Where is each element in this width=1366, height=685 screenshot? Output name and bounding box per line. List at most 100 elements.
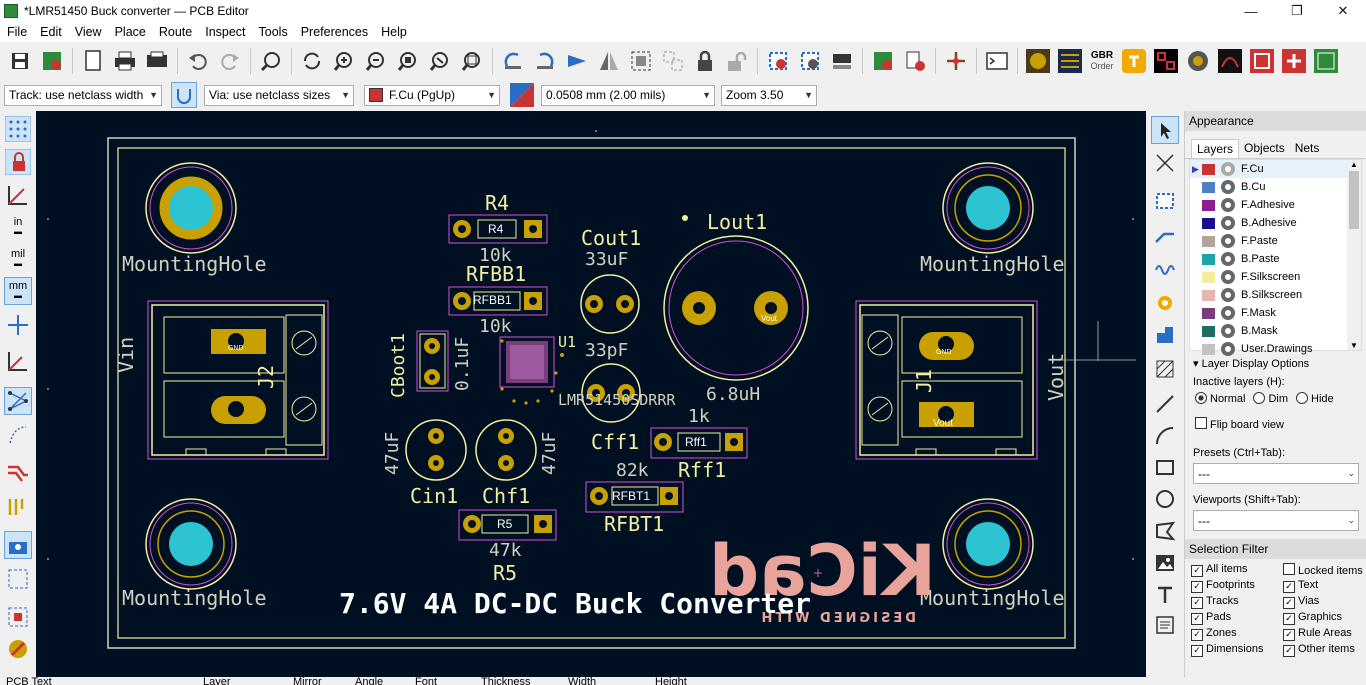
layer-row[interactable]: F.Silkscreen: [1190, 268, 1361, 286]
group-icon[interactable]: [628, 48, 654, 74]
plugin-6-icon[interactable]: [1217, 48, 1243, 74]
auto-track-width-icon[interactable]: [171, 82, 197, 108]
visibility-eye-icon[interactable]: [1221, 288, 1235, 302]
redo-icon[interactable]: [217, 48, 243, 74]
layer-color-swatch[interactable]: [1202, 163, 1215, 175]
filter-checkbox[interactable]: ✓ Vias: [1283, 595, 1366, 609]
filter-checkbox[interactable]: ✓ Footprints: [1191, 579, 1283, 593]
layer-color-swatch[interactable]: [1202, 253, 1215, 265]
units-mm-button[interactable]: mm ▬: [4, 277, 32, 305]
menu-file[interactable]: File: [0, 25, 33, 39]
plugin-8-icon[interactable]: [1281, 48, 1307, 74]
zone-outline-icon[interactable]: [4, 565, 32, 593]
viewports-select[interactable]: --- ⌄: [1193, 510, 1359, 531]
route-diff-pair-icon[interactable]: [1151, 255, 1179, 283]
visibility-eye-icon[interactable]: [1221, 252, 1235, 266]
visibility-eye-icon[interactable]: [1221, 198, 1235, 212]
add-image-icon[interactable]: [1151, 549, 1179, 577]
zoom-out-icon[interactable]: [363, 48, 389, 74]
lock-icon[interactable]: [692, 48, 718, 74]
pcb-canvas[interactable]: MountingHole MountingHole MountingHole M…: [36, 111, 1146, 677]
layer-row[interactable]: ▶ F.Cu: [1190, 160, 1361, 178]
polar-coords-icon[interactable]: [4, 181, 32, 209]
layer-color-swatch[interactable]: [1202, 235, 1215, 247]
menu-view[interactable]: View: [68, 25, 108, 39]
layer-row[interactable]: F.Paste: [1190, 232, 1361, 250]
layer-row[interactable]: F.Adhesive: [1190, 196, 1361, 214]
pad-numbers-icon[interactable]: [4, 603, 32, 631]
layer-color-swatch[interactable]: [1202, 325, 1215, 337]
visibility-eye-icon[interactable]: [1221, 342, 1235, 356]
local-ratsnest-icon[interactable]: [1151, 149, 1179, 177]
filter-checkbox[interactable]: Locked items: [1283, 563, 1366, 577]
visibility-eye-icon[interactable]: [1221, 162, 1235, 176]
filter-checkbox[interactable]: ✓ All items: [1191, 563, 1283, 577]
radio-hide[interactable]: Hide: [1296, 392, 1334, 405]
zoom-in-icon[interactable]: [331, 48, 357, 74]
layer-color-swatch[interactable]: [1202, 307, 1215, 319]
filter-checkbox[interactable]: ✓ Tracks: [1191, 595, 1283, 609]
print-icon[interactable]: [112, 48, 138, 74]
layer-row[interactable]: F.Mask: [1190, 304, 1361, 322]
menu-edit[interactable]: Edit: [33, 25, 68, 39]
add-rule-area-icon[interactable]: [1151, 355, 1179, 383]
tab-layers[interactable]: Layers: [1191, 139, 1240, 158]
menu-inspect[interactable]: Inspect: [198, 25, 251, 39]
plugin-9-icon[interactable]: [1313, 48, 1339, 74]
layer-row[interactable]: B.Paste: [1190, 250, 1361, 268]
zoom-fit-icon[interactable]: [395, 48, 421, 74]
appearance-panel-icon[interactable]: [4, 635, 32, 663]
curved-ratsnest-icon[interactable]: [4, 421, 32, 449]
scrollbar-thumb[interactable]: [1349, 171, 1359, 229]
tab-objects[interactable]: Objects: [1239, 139, 1290, 158]
select-tool-icon[interactable]: [1151, 116, 1179, 144]
show-tracks-icon[interactable]: [4, 457, 32, 485]
zoom-select[interactable]: Zoom 3.50 ▼: [721, 84, 817, 106]
page-settings-icon[interactable]: [80, 48, 106, 74]
radio-normal[interactable]: Normal: [1195, 392, 1245, 405]
footprint-browser-icon[interactable]: [797, 48, 823, 74]
footprint-editor-icon[interactable]: [765, 48, 791, 74]
ungroup-icon[interactable]: [660, 48, 686, 74]
draw-arc-icon[interactable]: [1151, 422, 1179, 450]
drc-icon[interactable]: [870, 48, 896, 74]
units-inches-button[interactable]: in ▬: [4, 213, 32, 241]
grid-toggle-icon[interactable]: [4, 115, 32, 143]
draw-circle-icon[interactable]: [1151, 485, 1179, 513]
filter-checkbox[interactable]: ✓ Other items: [1283, 643, 1366, 657]
draw-rectangle-icon[interactable]: [1151, 453, 1179, 481]
route-track-icon[interactable]: [1151, 221, 1179, 249]
add-textbox-icon[interactable]: [1151, 611, 1179, 639]
menu-help[interactable]: Help: [374, 25, 413, 39]
layer-color-swatch[interactable]: [1202, 271, 1215, 283]
add-text-icon[interactable]: [1151, 581, 1179, 609]
layer-row[interactable]: User.Drawings: [1190, 340, 1361, 358]
via-size-select[interactable]: Via: use netclass sizes ▼: [204, 84, 354, 106]
draw-line-icon[interactable]: [1151, 390, 1179, 418]
filter-checkbox[interactable]: ✓ Graphics: [1283, 611, 1366, 625]
add-footprint-icon[interactable]: [1151, 187, 1179, 215]
gbr-order-icon[interactable]: GBR Order: [1089, 48, 1115, 74]
tab-nets[interactable]: Nets: [1290, 139, 1325, 158]
layer-list-scrollbar[interactable]: ▲ ▼: [1347, 160, 1361, 350]
plugin-5-icon[interactable]: [1185, 48, 1211, 74]
visibility-eye-icon[interactable]: [1221, 324, 1235, 338]
save-icon[interactable]: [7, 48, 33, 74]
ratsnest-icon[interactable]: [4, 387, 32, 415]
plugin-2-icon[interactable]: [1057, 48, 1083, 74]
refresh-icon[interactable]: [299, 48, 325, 74]
layer-color-swatch[interactable]: [1202, 217, 1215, 229]
plugin-7-icon[interactable]: [1249, 48, 1275, 74]
interactive-router-icon[interactable]: [943, 48, 969, 74]
grid-select[interactable]: 0.0508 mm (2.00 mils) ▼: [541, 84, 715, 106]
close-button[interactable]: ✕: [1320, 0, 1366, 22]
layer-select[interactable]: F.Cu (PgUp) ▼: [364, 84, 500, 106]
layer-row[interactable]: B.Adhesive: [1190, 214, 1361, 232]
layer-color-swatch[interactable]: [1202, 343, 1215, 355]
menu-preferences[interactable]: Preferences: [294, 25, 374, 39]
filter-checkbox[interactable]: ✓ Pads: [1191, 611, 1283, 625]
mirror-icon[interactable]: [596, 48, 622, 74]
layer-row[interactable]: B.Mask: [1190, 322, 1361, 340]
plugin-4-icon[interactable]: [1153, 48, 1179, 74]
flip-board-checkbox[interactable]: Flip board view: [1185, 407, 1366, 435]
